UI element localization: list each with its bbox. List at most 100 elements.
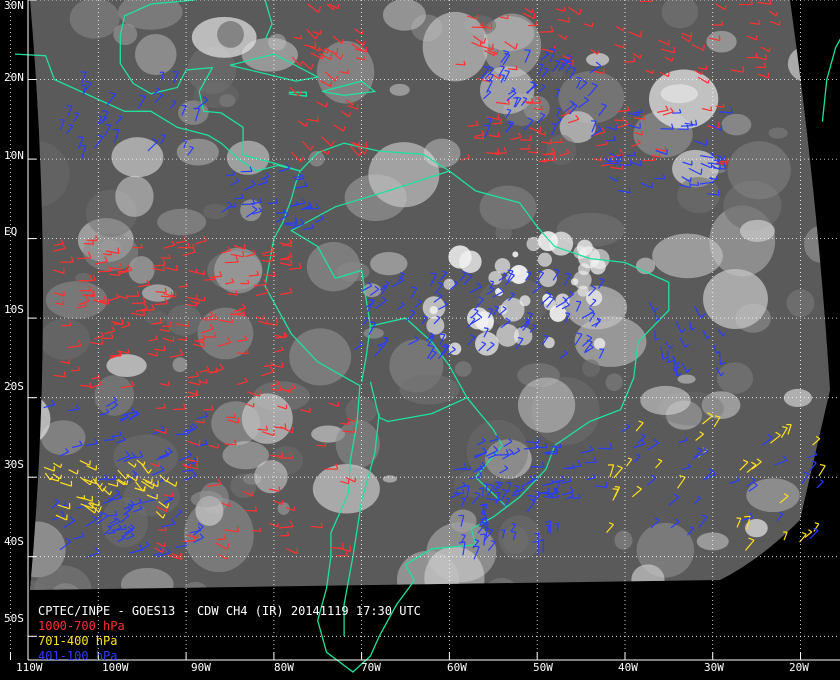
- convective-cloud: [496, 323, 519, 347]
- wind-barb: [690, 184, 699, 186]
- wind-barb: [178, 285, 188, 288]
- wind-barb-flag: [337, 3, 340, 9]
- cloud-patch: [706, 30, 737, 53]
- wind-barb: [535, 446, 547, 449]
- wind-barb-flag: [602, 68, 605, 74]
- cloud-patch: [787, 45, 830, 83]
- wind-barb-flag: [705, 65, 708, 70]
- cloud-patch: [716, 362, 754, 394]
- wind-barb: [224, 261, 239, 264]
- cloud-patch: [739, 219, 775, 242]
- wind-barb: [154, 303, 168, 306]
- wind-barb: [605, 139, 616, 142]
- wind-barb-flag: [637, 110, 640, 116]
- lat-label-eq: EQ: [4, 225, 18, 238]
- convective-cloud: [537, 252, 552, 267]
- wind-barb-flag: [497, 113, 500, 120]
- convective-cloud: [488, 270, 503, 285]
- wind-barb: [241, 203, 255, 206]
- wind-barb-flag: [628, 187, 631, 193]
- cloud-patch: [370, 252, 408, 276]
- cloud-patch: [69, 0, 120, 39]
- lon-label-60w: 60W: [447, 661, 467, 674]
- cloud-patch: [703, 268, 768, 329]
- wind-barb-flag: [186, 320, 189, 327]
- cloud-patch: [648, 69, 719, 129]
- wind-barb-flag: [668, 39, 670, 45]
- wind-barb-flag: [500, 74, 505, 76]
- lat-label-40s: 40S: [4, 535, 24, 548]
- wind-barb-flag: [89, 460, 91, 466]
- wind-barb: [131, 302, 146, 305]
- cloud-patch: [783, 388, 812, 408]
- wind-barb-flag: [744, 515, 751, 518]
- wind-barb-flag: [533, 13, 536, 19]
- wind-barb-flag: [667, 72, 670, 77]
- lat-label-20s: 20S: [4, 380, 24, 393]
- satellite-image: [0, 0, 840, 673]
- infrared-image-layer: [0, 0, 830, 590]
- wind-barb-flag: [199, 379, 201, 386]
- wind-barb-flag: [290, 259, 293, 266]
- cloud-patch: [631, 564, 665, 590]
- wind-barb: [609, 160, 622, 162]
- cloud-patch: [581, 359, 600, 377]
- lon-label-30w: 30W: [704, 661, 724, 674]
- wind-barb: [61, 324, 71, 327]
- cloud-patch: [217, 21, 244, 48]
- wind-barb-flag: [568, 16, 570, 23]
- lat-label-20n: 20N: [4, 71, 24, 84]
- wind-barb-flag: [171, 492, 174, 497]
- wind-barb-flag: [60, 463, 63, 468]
- cloud-patch: [241, 393, 293, 444]
- wind-barb: [460, 468, 471, 471]
- wind-barb: [267, 202, 278, 205]
- wind-barb-flag: [722, 103, 725, 108]
- map-caption: CPTEC/INPE - GOES13 - CDW CH4 (IR) 20141…: [38, 604, 421, 664]
- wind-barb: [675, 365, 678, 376]
- wind-barb: [520, 139, 532, 141]
- wind-barb-flag: [176, 265, 178, 271]
- wind-barb: [105, 478, 116, 481]
- wind-barb-flag: [163, 542, 166, 547]
- wind-barb-flag: [354, 417, 357, 423]
- convective-cloud: [526, 236, 541, 252]
- cloud-patch: [30, 351, 37, 407]
- cloud-patch: [222, 441, 270, 470]
- wind-barb-flag: [765, 54, 767, 60]
- wind-barb-flag: [300, 35, 303, 39]
- cloud-patch: [134, 33, 177, 76]
- lat-label-30n: 30N: [4, 0, 24, 12]
- convective-cloud: [578, 263, 591, 276]
- wind-barb-flag: [505, 481, 511, 484]
- cloud-patch: [202, 203, 229, 220]
- cloud-patch: [0, 550, 25, 570]
- wind-barb: [485, 517, 487, 532]
- cloud-patch: [75, 272, 92, 284]
- wind-barb-flag: [189, 464, 191, 468]
- convective-cloud: [512, 251, 519, 258]
- wind-barb-flag: [695, 119, 698, 126]
- cloud-patch: [727, 141, 791, 200]
- wind-barb-flag: [354, 477, 357, 482]
- wind-barb-flag: [196, 456, 199, 462]
- lat-label-10n: 10N: [4, 149, 24, 162]
- cloud-patch: [605, 373, 623, 392]
- wind-barb-flag: [524, 49, 531, 51]
- wind-barb-flag: [202, 419, 205, 423]
- wind-barb-flag: [76, 469, 79, 475]
- wind-barb-flag: [314, 41, 317, 48]
- cloud-patch: [128, 256, 155, 284]
- cloud-patch: [30, 453, 36, 465]
- convective-cloud: [429, 306, 438, 315]
- wind-barb-flag: [697, 181, 700, 186]
- wind-barb-flag: [330, 53, 333, 60]
- lat-label-50s: 50S: [4, 612, 24, 625]
- wind-barb-flag: [283, 332, 286, 338]
- legend-low-level: 1000-700 hPa: [38, 619, 125, 633]
- wind-barb-flag: [538, 63, 544, 66]
- wind-barb: [492, 122, 503, 125]
- cloud-patch: [115, 175, 154, 217]
- wind-barb-flag: [325, 101, 328, 108]
- wind-barb-flag: [612, 488, 619, 490]
